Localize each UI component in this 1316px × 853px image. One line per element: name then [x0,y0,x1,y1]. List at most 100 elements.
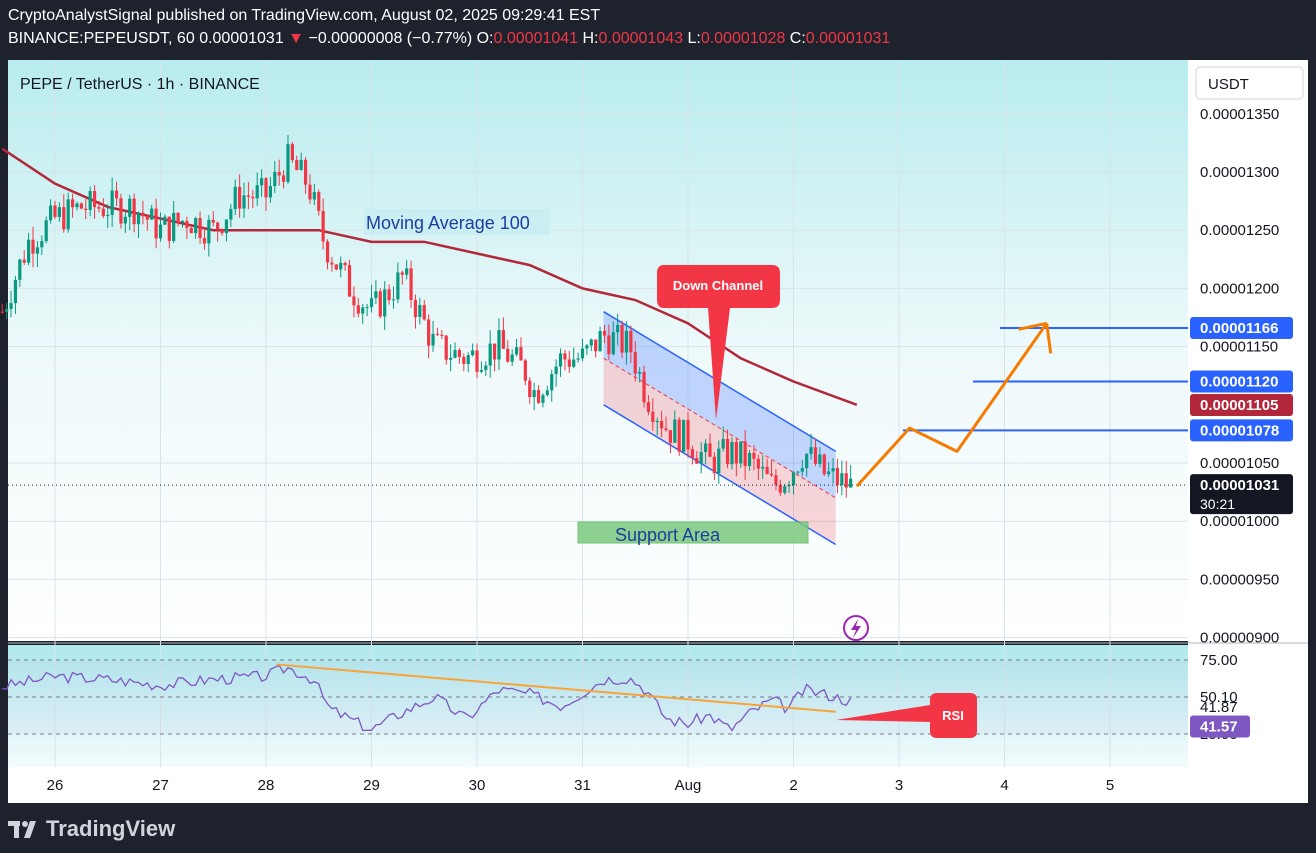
x-tick-label: 31 [574,777,591,794]
candle-body [567,359,571,367]
candle-body [387,289,391,301]
y-tick-label: 0.00000950 [1200,571,1279,588]
candle-body [541,395,545,403]
rsi-ma-badge: 41.87 [1200,699,1238,716]
candle-body [492,343,497,360]
candle-body [616,324,620,333]
open-label: O: [476,30,494,47]
candle-body [202,238,207,244]
candle-body [378,291,382,317]
candle-body [528,380,532,397]
chart-area[interactable]: 26 27 28 29 30 31 Aug 2 3 4 5 0.00001350 0.00001300 0… [0,58,1316,803]
candle-body [31,239,35,254]
lightning-icon[interactable] [843,615,869,641]
y-tick-label: 0.00001000 [1200,513,1279,530]
candle-body [101,208,105,217]
candle-body [484,365,488,371]
candle-body [813,447,818,464]
close-value: 0.00001031 [805,30,891,47]
x-tick-label: Aug [675,777,702,794]
candle-body [312,192,316,200]
candle-body [506,348,510,362]
candle-body [92,191,97,208]
candle-body [655,420,659,423]
candle-body [664,428,668,431]
candle-body [145,216,149,220]
candle-body [585,345,589,349]
ma-annotation: Moving Average 100 [366,213,530,233]
price-change: −0.00000008 (−0.77%) [308,30,473,47]
y-tick-label: 0.00001300 [1200,164,1279,181]
candle-body [128,198,132,217]
candle-body [75,203,79,208]
candle-body [27,239,31,263]
candle-body [558,353,563,367]
candle-body [747,452,752,467]
candle-body [576,358,580,360]
close-label: C: [789,30,806,47]
candle-body [818,454,822,464]
candle-body [800,468,804,472]
candle-body [361,307,365,314]
x-tick-label: 4 [1000,777,1008,794]
high-label: H: [582,30,599,47]
publisher-line: CryptoAnalystSignal published on Trading… [8,7,601,24]
candle-body [154,208,158,239]
candle-body [765,466,769,474]
candle-body [682,419,686,452]
candle-body [141,212,145,217]
candle-body [352,296,356,306]
candle-body [449,357,453,360]
candle-body [260,178,264,186]
candle-body [418,305,422,318]
candle-body [840,473,844,486]
candle-body [413,299,418,318]
candle-body [110,190,114,215]
candle-body [365,307,369,309]
candle-body [13,279,18,304]
candle-body [510,354,514,362]
candle-body [791,472,796,485]
candle-body [264,178,268,198]
candle-body [471,350,475,356]
candle-body [488,343,492,366]
candle-body [607,335,611,355]
candle-body [475,350,479,372]
candle-body [383,289,387,317]
candle-body [805,453,809,469]
candle-body [229,209,233,220]
candle-body [580,348,585,359]
candle-body [216,222,220,230]
candle-body [35,247,40,254]
candle-body [427,319,431,346]
candle-body [22,259,26,263]
candle-body [725,438,730,465]
down-arrow-icon: ▼ [288,30,305,47]
candle-body [308,184,312,200]
candle-body [633,352,637,374]
candle-body [835,468,840,486]
candle-body [778,484,782,493]
candle-body [396,272,400,300]
candle-body [624,330,629,353]
candle-body [334,264,338,270]
candle-body [62,207,66,230]
candle-body [677,419,681,452]
candle-body [409,268,413,300]
currency-button[interactable]: USDT [1195,66,1304,100]
candle-body [668,430,673,443]
badge-level-2: 0.00001120 [1200,374,1278,391]
rsi-tick-label: 75.00 [1200,652,1238,669]
candle-body [457,350,462,357]
rsi-badge: 41.57 [1200,718,1238,735]
candle-body [721,438,725,449]
candle-body [281,175,286,182]
candle-body [303,159,308,185]
chart-svg[interactable]: 26 27 28 29 30 31 Aug 2 3 4 5 0.00001350 0.00001300 0… [0,58,1316,803]
candle-body [405,268,409,275]
candle-body [136,212,141,225]
tv-logo-icon [8,818,40,840]
tradingview-logo[interactable]: TradingView [8,816,175,842]
candle-body [602,330,607,336]
candle-body [497,330,501,360]
